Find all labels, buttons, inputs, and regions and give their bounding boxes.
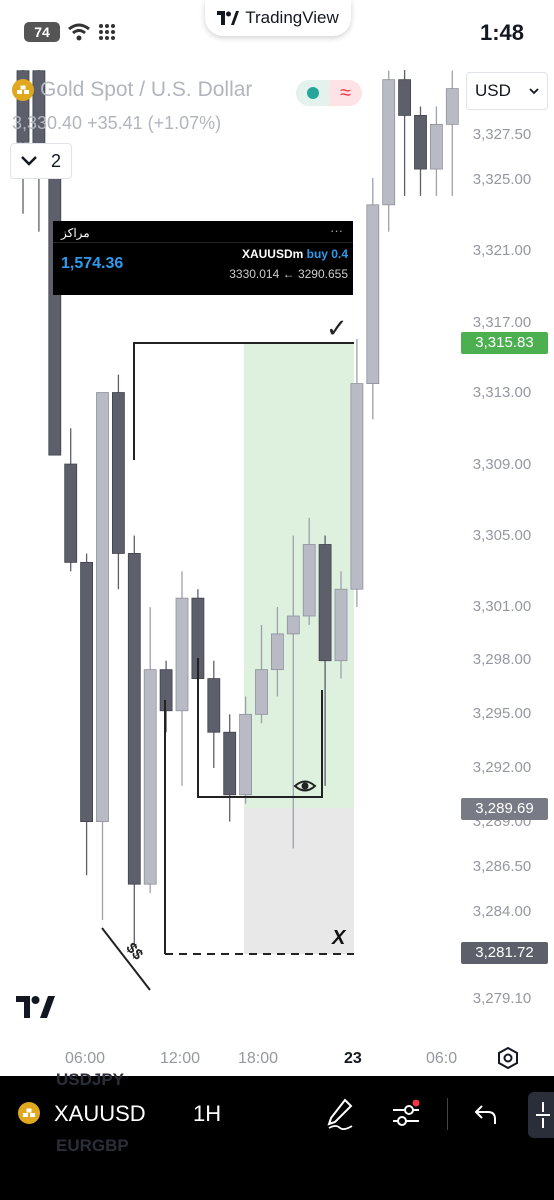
status-bar: 74 TradingView 1:48: [0, 0, 554, 70]
wave-icon: ≈: [329, 80, 362, 106]
candle-body: [334, 588, 348, 662]
tradingview-logo-icon: [217, 11, 240, 25]
candle-body: [80, 561, 93, 823]
position-price-range: 3330.014 ← 3290.655: [229, 267, 348, 281]
candle-body: [429, 123, 443, 170]
symbol-name: Gold Spot / U.S. Dollar: [40, 78, 253, 101]
candle-body: [318, 544, 332, 662]
candle-body: [270, 633, 284, 671]
undo-icon[interactable]: [474, 1104, 498, 1126]
indicators-toggle-button[interactable]: 2: [10, 143, 72, 179]
candle-body: [350, 383, 364, 590]
candle-body: [175, 597, 189, 712]
more-tools-button[interactable]: [528, 1092, 554, 1138]
timeframe-button[interactable]: 1H: [193, 1101, 221, 1127]
time-label: 06:00: [65, 1050, 106, 1067]
candle-body: [143, 669, 157, 885]
time-label: 06:0: [426, 1050, 458, 1067]
tools-icon: [536, 1102, 550, 1128]
overlay-menu-button[interactable]: ···: [330, 223, 343, 238]
candle-body: [64, 463, 78, 563]
overlay-divider: [53, 242, 353, 243]
bottom-toolbar: USDJPY XAUUSD 1H EURGBP: [0, 1070, 554, 1200]
overlay-title: مراكز: [61, 226, 90, 240]
candle-body: [207, 678, 221, 733]
stop-price-tag: 3,281.72: [461, 942, 548, 964]
indicator-count: 2: [50, 150, 61, 171]
position-symbol: XAUUSDm: [241, 247, 304, 261]
tradingview-pill[interactable]: TradingView: [205, 0, 351, 36]
symbol-button[interactable]: XAUUSD: [54, 1101, 146, 1127]
gold-bars-icon: [18, 1102, 40, 1124]
toolbar-divider: [447, 1098, 448, 1130]
indicator-settings-icon[interactable]: [391, 1100, 421, 1130]
candle-body: [112, 392, 125, 554]
chevron-down-icon: [21, 156, 37, 166]
position-line: XAUUSDm buy 0.4: [242, 247, 348, 261]
account-balance: 1,574.36: [61, 255, 124, 272]
settings-hex-icon[interactable]: [496, 1046, 520, 1070]
candle-body: [445, 88, 459, 125]
gold-bars-icon: [12, 79, 34, 101]
candle-body: [302, 544, 316, 617]
ghost-symbol-below: EURGBP: [56, 1136, 129, 1155]
candle-body: [223, 731, 237, 796]
positions-overlay[interactable]: مراكز ··· 1,574.36 XAUUSDm buy 0.4 3330.…: [53, 221, 353, 295]
symbol-legend[interactable]: Gold Spot / U.S. Dollar: [12, 78, 252, 102]
app-name: TradingView: [245, 8, 339, 27]
candle-body: [414, 115, 427, 170]
currency-select[interactable]: USD: [466, 72, 548, 110]
diagonal-line: [101, 927, 151, 991]
current-price-tag: 3,315.83: [461, 332, 548, 354]
candle-body: [255, 669, 268, 715]
time-label: 23: [344, 1050, 362, 1067]
candle-body: [127, 553, 141, 885]
candle-body: [366, 204, 380, 384]
target-zone: [244, 343, 354, 808]
tradingview-watermark-icon: [16, 996, 55, 1018]
price-change-line: 3,330.40 +35.41 (+1.07%): [12, 113, 222, 133]
x-annotation: X: [332, 927, 346, 949]
entry-price-tag: 3,289.69: [461, 798, 548, 820]
time-label: 18:00: [238, 1050, 279, 1067]
candle-body: [96, 392, 109, 823]
candle-body: [382, 79, 396, 206]
candle-body: [159, 669, 173, 712]
grid-icon: [99, 24, 115, 40]
candles-group: [16, 70, 459, 947]
candle-body: [239, 713, 253, 796]
position-side: buy 0.4: [306, 247, 348, 261]
currency-label: USD: [475, 81, 511, 100]
checkmark-annotation: ✓: [326, 313, 348, 343]
candle-body: [48, 168, 62, 456]
market-status[interactable]: ≈: [296, 80, 362, 106]
market-open-indicator: [296, 80, 329, 106]
status-left: 74: [24, 22, 116, 42]
time-label: 12:00: [160, 1050, 201, 1067]
wifi-icon: [68, 23, 90, 41]
candle-body: [398, 79, 412, 116]
clock: 1:48: [479, 20, 524, 45]
battery-indicator: 74: [24, 22, 60, 42]
chevron-down-icon: [529, 87, 539, 94]
pen-icon[interactable]: [326, 1098, 354, 1130]
candle-body: [286, 615, 300, 635]
